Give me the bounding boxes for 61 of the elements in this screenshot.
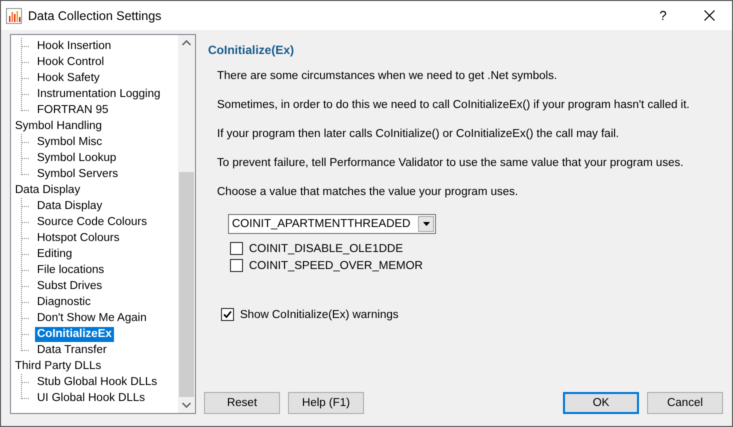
- tree-item[interactable]: Don't Show Me Again: [35, 310, 149, 326]
- description-text: There are some circumstances when we need to get .Net symbols.: [217, 69, 558, 84]
- tree-item[interactable]: Hotspot Colours: [35, 230, 122, 246]
- tree-line: [21, 278, 30, 294]
- tree-item[interactable]: Symbol Lookup: [35, 150, 118, 166]
- dialog-button[interactable]: Reset: [204, 392, 280, 414]
- tree-item[interactable]: Data Transfer: [35, 342, 109, 358]
- checkbox-label: Show CoInitialize(Ex) warnings: [240, 308, 399, 320]
- tree-item[interactable]: CoInitializeEx: [35, 326, 114, 342]
- description-text: Sometimes, in order to do this we need to call CoInitializeEx() if your program hasn't called it.: [217, 98, 691, 112]
- tree-item[interactable]: File locations: [35, 262, 106, 278]
- checkbox[interactable]: [221, 308, 234, 321]
- dropdown-arrow-icon: [422, 222, 430, 226]
- scrollbar[interactable]: [178, 35, 195, 413]
- checkbox-label: COINIT_DISABLE_OLE1DDE: [249, 242, 404, 254]
- tree-item[interactable]: Symbol Misc: [35, 134, 104, 150]
- tree-line: [21, 230, 30, 246]
- tree-line: [21, 214, 30, 230]
- tree-item[interactable]: Symbol Handling: [13, 118, 104, 134]
- tree-line: [21, 262, 30, 278]
- section-heading: CoInitialize(Ex): [208, 43, 296, 57]
- tree-item[interactable]: Instrumentation Logging: [35, 86, 162, 102]
- tree-line: [21, 294, 30, 310]
- tree-line: [21, 70, 30, 86]
- tree-item[interactable]: Diagnostic: [35, 294, 93, 310]
- tree-item[interactable]: Editing: [35, 246, 74, 262]
- scroll-down-icon[interactable]: [182, 402, 191, 408]
- dialog-button[interactable]: Help (F1): [288, 392, 364, 414]
- tree-item[interactable]: Symbol Servers: [35, 166, 120, 182]
- window-title: Data Collection Settings: [28, 8, 162, 22]
- description-text: Choose a value that matches the value your program uses.: [217, 185, 520, 200]
- tree-item[interactable]: Hook Insertion: [35, 38, 114, 54]
- tree-item[interactable]: Data Display: [13, 182, 82, 198]
- tree-item[interactable]: Hook Control: [35, 54, 106, 70]
- close-icon: [704, 10, 714, 21]
- tree-line: [21, 198, 30, 214]
- tree-line: [21, 38, 30, 54]
- tree-line: [21, 134, 30, 150]
- tree-item[interactable]: Hook Safety: [35, 70, 102, 86]
- tree-item[interactable]: Third Party DLLs: [13, 358, 104, 374]
- checkbox[interactable]: [230, 242, 243, 255]
- value-dropdown[interactable]: COINIT_APARTMENTTHREADED: [228, 214, 436, 234]
- bar-chart-icon: [6, 8, 22, 24]
- tree-item[interactable]: Data Display: [35, 198, 104, 214]
- checkbox-label: COINIT_SPEED_OVER_MEMOR: [249, 260, 423, 272]
- help-button[interactable]: ?: [640, 1, 686, 30]
- scrollbar-thumb[interactable]: [179, 172, 194, 397]
- tree-item[interactable]: Source Code Colours: [35, 214, 149, 230]
- tree-line: [21, 54, 30, 70]
- tree-line: [21, 246, 30, 262]
- scroll-up-icon[interactable]: [182, 40, 191, 46]
- description-text: If your program then later calls CoInitialize() or CoInitializeEx() the call may fail.: [217, 127, 620, 142]
- tree-item[interactable]: FORTRAN 95: [35, 102, 110, 118]
- description-text: To prevent failure, tell Performance Validator to use the same value that your program uses.: [217, 156, 684, 170]
- tree-item[interactable]: Stub Global Hook DLLs: [35, 374, 160, 390]
- tree-item[interactable]: UI Global Hook DLLs: [35, 390, 148, 406]
- tree-line: [21, 310, 30, 326]
- tree-item[interactable]: Subst Drives: [35, 278, 104, 294]
- dialog-button[interactable]: Cancel: [647, 392, 723, 414]
- dialog-button[interactable]: OK: [563, 392, 639, 414]
- checkbox[interactable]: [230, 259, 243, 272]
